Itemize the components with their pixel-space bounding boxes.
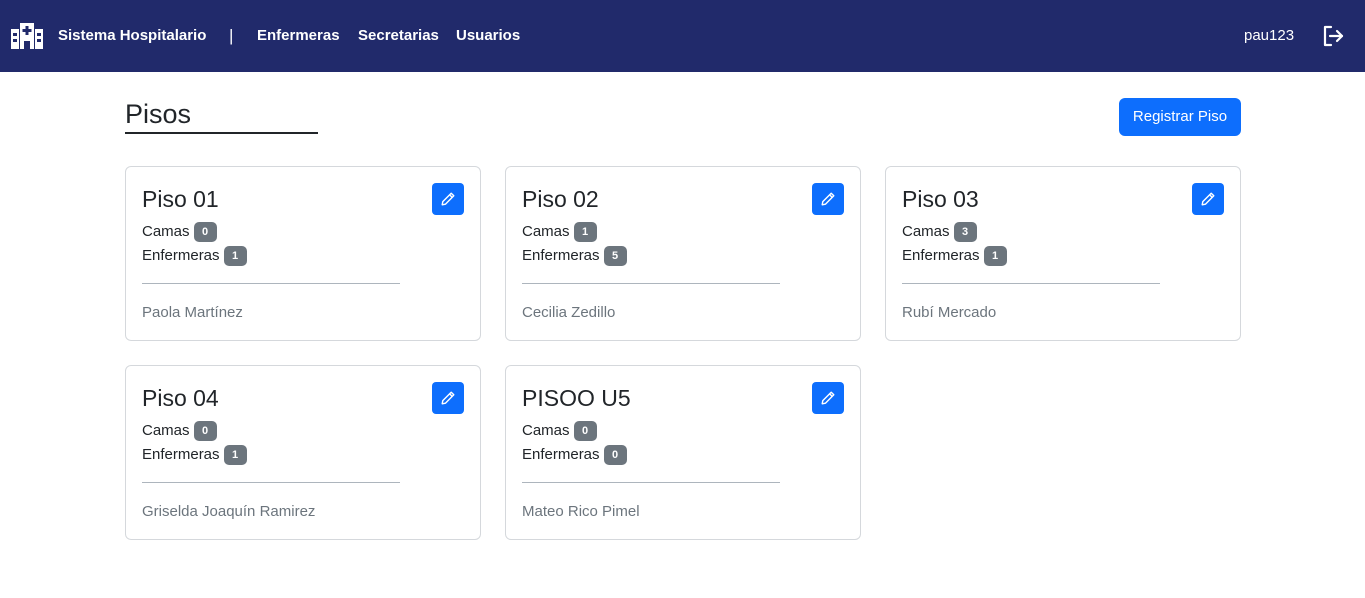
pencil-icon [441, 192, 455, 206]
floor-manager-name: Cecilia Zedillo [522, 304, 616, 321]
nurses-label: Enfermeras [142, 247, 220, 264]
nurses-row: Enfermeras 1 [142, 445, 247, 465]
beds-label: Camas [522, 422, 570, 439]
nurses-label: Enfermeras [902, 247, 980, 264]
logout-icon[interactable] [1322, 25, 1344, 47]
pencil-icon [1201, 192, 1215, 206]
floor-name: Piso 03 [902, 186, 979, 212]
beds-label: Camas [522, 223, 570, 240]
beds-row: Camas 1 [522, 222, 597, 242]
floor-manager-name: Paola Martínez [142, 304, 243, 321]
floor-card: Piso 01 Camas 0 Enfermeras 1 Paola Martíne… [125, 166, 481, 341]
brand-title[interactable]: Sistema Hospitalario [58, 27, 206, 45]
nurses-label: Enfermeras [522, 446, 600, 463]
edit-floor-button[interactable] [432, 183, 464, 215]
beds-label: Camas [142, 422, 190, 439]
floor-name: Piso 02 [522, 186, 599, 212]
card-divider [522, 482, 780, 483]
card-divider [902, 283, 1160, 284]
pencil-icon [441, 391, 455, 405]
beds-row: Camas 0 [522, 421, 597, 441]
card-divider [522, 283, 780, 284]
beds-count-badge: 0 [193, 421, 217, 441]
floor-name: Piso 01 [142, 186, 219, 212]
beds-count-badge: 0 [193, 222, 217, 242]
nurses-count-badge: 1 [983, 246, 1007, 266]
beds-count-badge: 1 [573, 222, 597, 242]
nurses-label: Enfermeras [522, 247, 600, 264]
nav-link-secretarias[interactable]: Secretarias [358, 27, 439, 45]
floor-card: Piso 04 Camas 0 Enfermeras 1 Griselda Joaq… [125, 365, 481, 540]
nurses-row: Enfermeras 0 [522, 445, 627, 465]
floor-name: PISOO U5 [522, 385, 631, 411]
card-divider [142, 283, 400, 284]
top-navbar: Sistema Hospitalario | Enfermeras Secret… [0, 0, 1365, 72]
title-underline [125, 132, 318, 134]
floor-name: Piso 04 [142, 385, 219, 411]
floor-manager-name: Rubí Mercado [902, 304, 997, 321]
beds-row: Camas 0 [142, 222, 217, 242]
floor-card: Piso 02 Camas 1 Enfermeras 5 Cecilia Zedil… [505, 166, 861, 341]
edit-floor-button[interactable] [812, 183, 844, 215]
nurses-count-badge: 0 [603, 445, 627, 465]
nurses-count-badge: 5 [603, 246, 627, 266]
nurses-count-badge: 1 [223, 246, 247, 266]
edit-floor-button[interactable] [432, 382, 464, 414]
pencil-icon [821, 391, 835, 405]
edit-floor-button[interactable] [1192, 183, 1224, 215]
nurses-row: Enfermeras 5 [522, 246, 627, 266]
user-name[interactable]: pau123 [1244, 27, 1294, 45]
card-divider [142, 482, 400, 483]
pencil-icon [821, 192, 835, 206]
nav-link-usuarios[interactable]: Usuarios [456, 27, 520, 45]
nurses-row: Enfermeras 1 [902, 246, 1007, 266]
page-title: Pisos [125, 99, 192, 129]
register-floor-button[interactable]: Registrar Piso [1119, 98, 1241, 136]
edit-floor-button[interactable] [812, 382, 844, 414]
beds-label: Camas [142, 223, 190, 240]
nurses-count-badge: 1 [223, 445, 247, 465]
floor-manager-name: Griselda Joaquín Ramirez [142, 503, 316, 520]
nurses-row: Enfermeras 1 [142, 246, 247, 266]
floor-manager-name: Mateo Rico Pimel [522, 503, 640, 520]
nav-separator: | [229, 26, 234, 45]
beds-label: Camas [902, 223, 950, 240]
floor-card: Piso 03 Camas 3 Enfermeras 1 Rubí Mercado [885, 166, 1241, 341]
beds-count-badge: 0 [573, 421, 597, 441]
hospital-icon [11, 23, 43, 49]
nav-link-enfermeras[interactable]: Enfermeras [257, 27, 340, 45]
floor-card: PISOO U5 Camas 0 Enfermeras 0 Mateo Rico P… [505, 365, 861, 540]
beds-row: Camas 0 [142, 421, 217, 441]
beds-count-badge: 3 [953, 222, 977, 242]
nurses-label: Enfermeras [142, 446, 220, 463]
beds-row: Camas 3 [902, 222, 977, 242]
